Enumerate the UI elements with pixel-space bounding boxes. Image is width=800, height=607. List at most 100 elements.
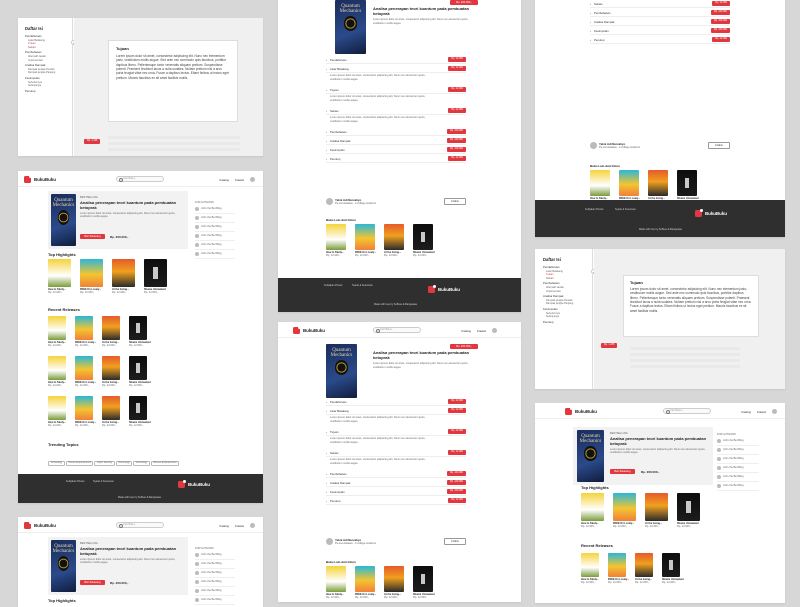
book-card[interactable]: How to Study...Rp. 12.000,-: [581, 553, 605, 585]
book-card[interactable]: At the Going...Rp. 12.000,-: [102, 356, 126, 388]
search-input[interactable]: Cari Buku...: [116, 522, 164, 528]
chapter-row[interactable]: › Penutup Rp. 12.000: [326, 497, 466, 505]
book-cover[interactable]: [613, 493, 636, 521]
book-card[interactable]: Shame UnmaskedRp. 12.000,-: [677, 170, 703, 204]
book-card[interactable]: Shame UnmaskedRp. 12.000,-: [413, 566, 439, 600]
book-cover[interactable]: [102, 316, 120, 340]
book-card[interactable]: Shame UnmaskedRp. 12.000,-: [129, 356, 153, 388]
book-card[interactable]: FREE Kn Lovely...Rp. 12.000,-: [75, 316, 99, 348]
book-cover[interactable]: [662, 553, 680, 577]
nav-collection[interactable]: Koleksi: [235, 178, 244, 182]
trending-tag[interactable]: Women Empowerment: [150, 460, 180, 466]
book-cover[interactable]: [144, 259, 167, 287]
footer-terms[interactable]: Syarat & Ketentuan: [93, 480, 114, 483]
book-card[interactable]: FREE Kn Lovely...Rp. 12.000,-: [613, 493, 642, 529]
author-avatar[interactable]: [326, 198, 333, 205]
chapter-row[interactable]: › Sekian Rp. 12.000: [326, 107, 466, 115]
chapter-price[interactable]: Rp. 12.000: [448, 156, 466, 161]
book-cover[interactable]: [102, 356, 120, 380]
author-avatar[interactable]: [326, 538, 333, 545]
toc-item[interactable]: Implementasi: [25, 59, 72, 63]
toc-item[interactable]: Selanjutnya: [25, 84, 72, 88]
search-input[interactable]: Cari Buku...: [373, 327, 421, 333]
chapter-price[interactable]: Rp. 12.000: [448, 429, 466, 434]
chapter-price[interactable]: Rp. 12.000: [448, 450, 466, 455]
author-avatar[interactable]: [590, 142, 597, 149]
toc-item[interactable]: Sekian: [543, 277, 592, 281]
book-card[interactable]: At the Going...Rp. 12.000,-: [102, 316, 126, 348]
book-cover[interactable]: [48, 259, 71, 287]
trending-tag[interactable]: Cyber Security: [94, 460, 115, 466]
book-cover[interactable]: [326, 566, 346, 592]
book-cover[interactable]: [129, 356, 147, 380]
chapter-row[interactable]: › Analisa Dampak Rp. 120.000: [326, 479, 466, 487]
book-cover[interactable]: [48, 316, 66, 340]
hero-cover[interactable]: Quantum Mechanics: [51, 194, 76, 246]
book-card[interactable]: Shame UnmaskedRp. 12.000,-: [662, 553, 686, 585]
follow-button[interactable]: Follow: [708, 142, 730, 149]
sidebar-author[interactable]: John the Bet Blog: [195, 588, 235, 596]
nav-catalog[interactable]: Katalog: [219, 178, 229, 182]
chapter-row[interactable]: › Latar Belakang Rp. 12.000: [326, 407, 466, 415]
hero-cover[interactable]: Quantum Mechanics: [326, 344, 357, 398]
book-cover[interactable]: [677, 493, 700, 521]
book-card[interactable]: At the Going...Rp. 12.000,-: [645, 493, 674, 529]
book-cover[interactable]: [112, 259, 135, 287]
sidebar-author[interactable]: John the Bet Blog: [717, 447, 759, 455]
search-input[interactable]: Cari Buku...: [663, 408, 711, 414]
sidebar-author[interactable]: John the Bet Blog: [195, 597, 235, 605]
book-cover[interactable]: [48, 396, 66, 420]
chapter-price[interactable]: Rp. 120.000: [446, 147, 466, 152]
book-card[interactable]: How to Study...Rp. 12.000,-: [326, 566, 352, 600]
book-cover[interactable]: [75, 356, 93, 380]
buy-price-button[interactable]: Rp. 200.000,-: [450, 0, 478, 5]
toc-item[interactable]: Dampak jangka Panjang: [25, 71, 72, 75]
book-card[interactable]: Shame UnmaskedRp. 12.000,-: [144, 259, 173, 295]
book-cover[interactable]: [355, 566, 375, 592]
book-cover[interactable]: [677, 170, 697, 196]
hero-cover[interactable]: Quantum Mechanics: [577, 430, 604, 482]
book-cover[interactable]: [608, 553, 626, 577]
book-card[interactable]: At the Going...Rp. 12.000,-: [102, 396, 126, 428]
book-cover[interactable]: [635, 553, 653, 577]
buy-button[interactable]: Beli Sekarang: [80, 234, 105, 239]
buy-price-button[interactable]: Rp. 200.000,-: [450, 344, 478, 349]
chapter-row[interactable]: › Analisa Dampak Rp. 120.000: [590, 18, 730, 26]
logo[interactable]: BukuBuku: [24, 521, 56, 529]
chapter-price[interactable]: Rp. 12.000: [448, 498, 466, 503]
book-card[interactable]: At the Going...Rp. 12.000,-: [635, 553, 659, 585]
chapter-price[interactable]: Rp. 12.000: [448, 87, 466, 92]
book-card[interactable]: FREE Kn Lovely...Rp. 12.000,-: [355, 224, 381, 258]
trending-tag[interactable]: Technology: [48, 460, 65, 466]
sidebar-author[interactable]: John the Bet Blog: [195, 215, 235, 223]
chapter-row[interactable]: › Latar Belakang Rp. 12.000: [326, 65, 466, 73]
book-cover[interactable]: [645, 493, 668, 521]
chapter-price[interactable]: Rp. 120.000: [446, 489, 466, 494]
search-input[interactable]: Cari Buku...: [116, 176, 164, 182]
book-cover[interactable]: [102, 396, 120, 420]
sidebar-author[interactable]: John the Bet Blog: [195, 224, 235, 232]
book-cover[interactable]: [129, 396, 147, 420]
chapter-price[interactable]: Rp. 12.000: [448, 408, 466, 413]
book-cover[interactable]: [581, 553, 599, 577]
follow-button[interactable]: Follow: [444, 538, 466, 545]
book-cover[interactable]: [581, 493, 604, 521]
book-card[interactable]: At the Going...Rp. 12.000,-: [112, 259, 141, 295]
toc-section[interactable]: Penutup: [25, 89, 72, 94]
price-tag[interactable]: Rp. 1.235: [84, 139, 101, 144]
toc-item[interactable]: Implementasi: [543, 290, 592, 294]
book-card[interactable]: At the Going...Rp. 12.000,-: [384, 566, 410, 600]
book-card[interactable]: Shame UnmaskedRp. 12.000,-: [677, 493, 706, 529]
follow-button[interactable]: Follow: [444, 198, 466, 205]
chapter-price[interactable]: Rp. 12.000: [448, 399, 466, 404]
chapter-row[interactable]: › Pendahuluan Rp. 12.000: [326, 398, 466, 406]
book-cover[interactable]: [48, 356, 66, 380]
book-card[interactable]: FREE Kn Lovely...Rp. 12.000,-: [355, 566, 381, 600]
sidebar-author[interactable]: John the Bet Blog: [717, 483, 759, 491]
book-cover[interactable]: [129, 316, 147, 340]
buy-button[interactable]: Beli Sekarang: [610, 469, 635, 474]
chapter-price[interactable]: Rp. 12.000: [448, 66, 466, 71]
book-card[interactable]: Shame UnmaskedRp. 12.000,-: [129, 396, 153, 428]
chapter-row[interactable]: › Penutup Rp. 12.000: [590, 36, 730, 44]
book-card[interactable]: How to Study...Rp. 12.000,-: [48, 259, 77, 295]
